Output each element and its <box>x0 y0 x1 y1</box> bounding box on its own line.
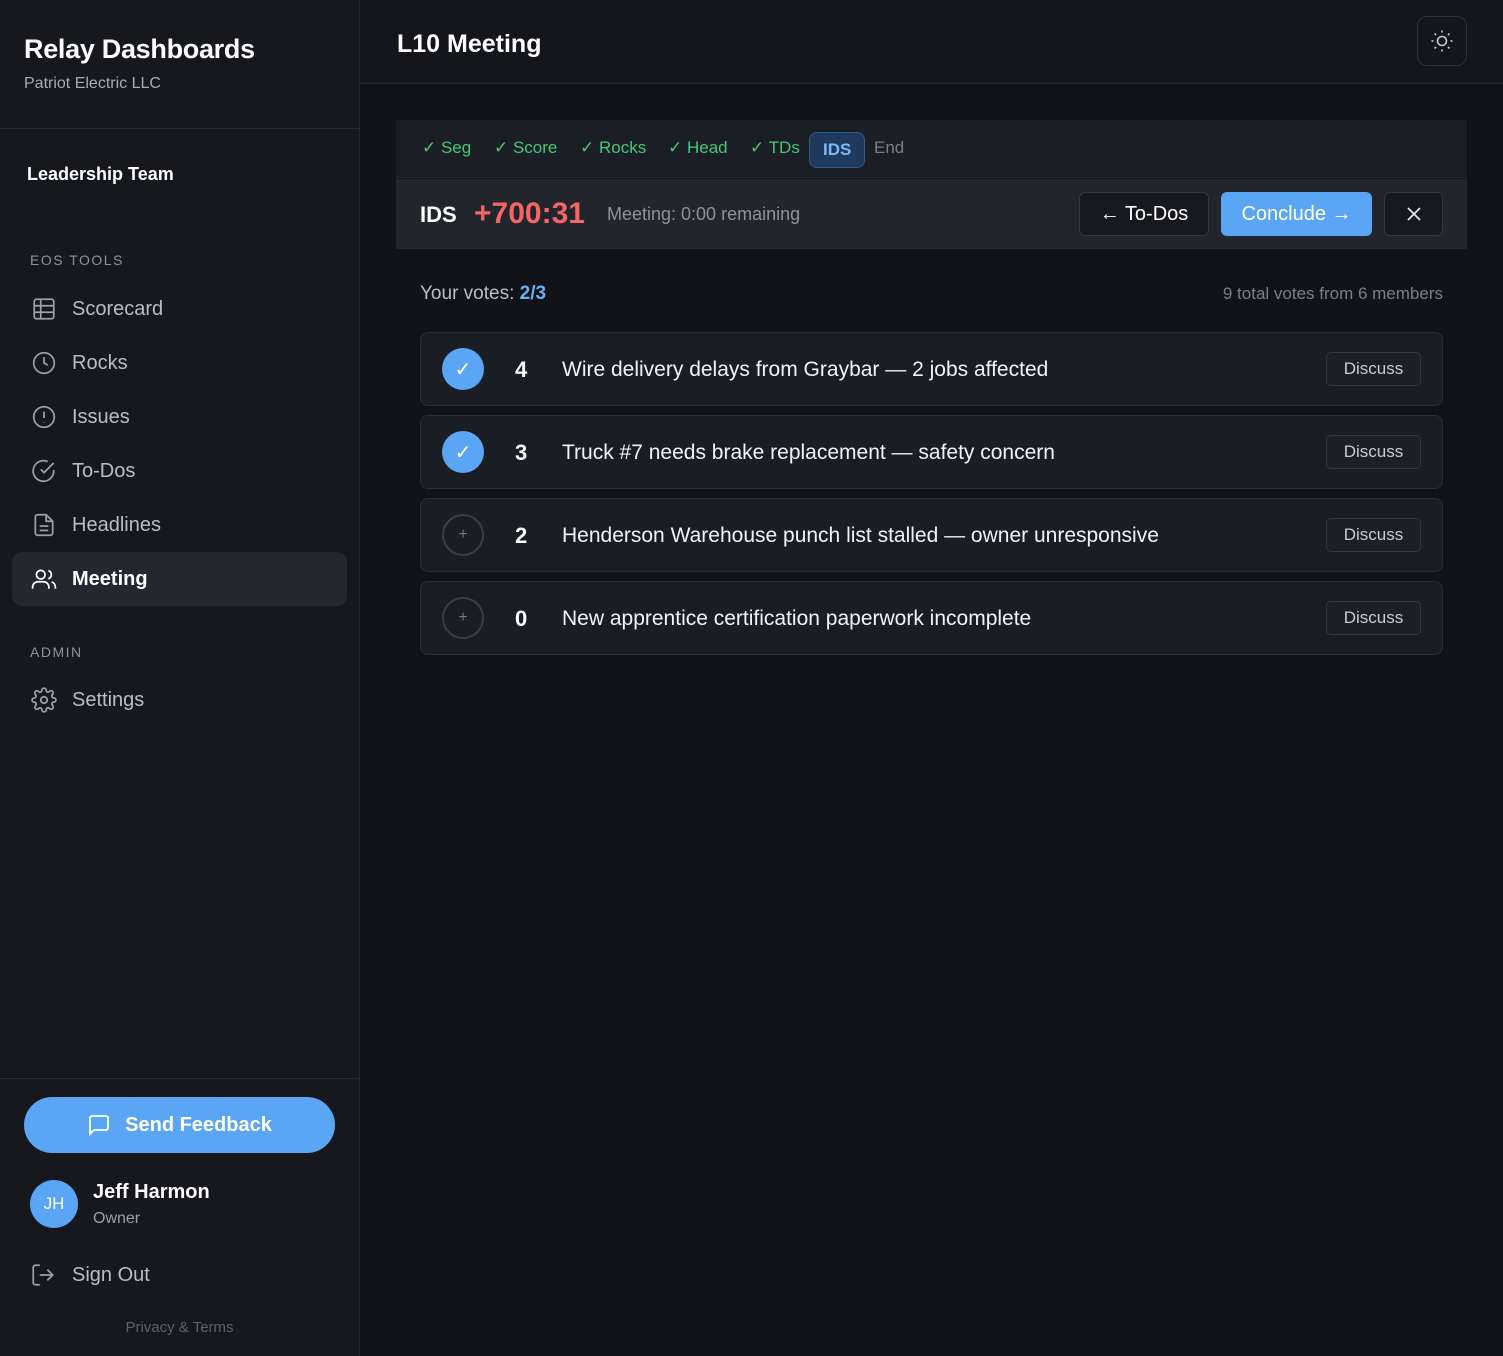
vote-toggle[interactable]: + <box>442 514 484 556</box>
discuss-button[interactable]: Discuss <box>1326 435 1421 469</box>
issue-title: Henderson Warehouse punch list stalled —… <box>562 524 1159 547</box>
privacy-terms-link[interactable]: Privacy & Terms <box>0 1319 359 1336</box>
sidebar-item-label: Issues <box>72 405 130 428</box>
users-icon <box>30 565 58 593</box>
sidebar-item-label: Headlines <box>72 513 161 536</box>
sidebar-item-label: Scorecard <box>72 297 164 320</box>
vote-toggle[interactable]: ✓ <box>442 348 484 390</box>
discuss-button[interactable]: Discuss <box>1326 352 1421 386</box>
sidebar-item-rocks[interactable]: Rocks <box>12 336 347 390</box>
sign-out-button[interactable]: Sign Out <box>30 1262 150 1288</box>
step-end[interactable]: End <box>874 138 904 158</box>
check-circle-icon <box>30 457 58 485</box>
sidebar-item-headlines[interactable]: Headlines <box>12 498 347 552</box>
issue-title: New apprentice certification paperwork i… <box>562 607 1032 630</box>
sign-out-icon <box>32 1264 54 1286</box>
sidebar-item-label: Settings <box>72 688 145 711</box>
theme-toggle-button[interactable] <box>1417 16 1467 66</box>
step-ids[interactable]: IDS <box>809 132 866 168</box>
your-votes: Your votes: 2/3 <box>420 283 546 305</box>
issue-row: + 0 New apprentice certification paperwo… <box>420 581 1443 655</box>
avatar: JH <box>30 1180 78 1228</box>
brand-title: Relay Dashboards <box>24 34 255 64</box>
close-meeting-button[interactable] <box>1384 192 1443 236</box>
brand-subtitle: Patriot Electric LLC <box>24 75 161 92</box>
issue-title: Wire delivery delays from Graybar — 2 jo… <box>562 358 1049 381</box>
phase-timer: +700:31 <box>474 197 585 230</box>
user-role: Owner <box>93 1210 141 1227</box>
send-feedback-label: Send Feedback <box>125 1113 272 1136</box>
sidebar-item-issues[interactable]: Issues <box>12 390 347 444</box>
back-to-todos-button[interactable]: ← To-Dos <box>1079 192 1209 236</box>
sidebar-item-scorecard[interactable]: Scorecard <box>12 282 347 336</box>
gear-icon <box>30 686 58 714</box>
sidebar-item-label: Meeting <box>72 567 148 590</box>
issue-row: ✓ 3 Truck #7 needs brake replacement — s… <box>420 415 1443 489</box>
step-scorecard[interactable]: ✓ Score <box>494 138 557 158</box>
table-icon <box>30 295 58 323</box>
issue-row: + 2 Henderson Warehouse punch list stall… <box>420 498 1443 572</box>
top-bar: L10 Meeting <box>360 0 1503 84</box>
step-segue[interactable]: ✓ Seg <box>422 138 471 158</box>
discuss-button[interactable]: Discuss <box>1326 518 1421 552</box>
step-headlines[interactable]: ✓ Head <box>668 138 728 158</box>
meeting-steps: ✓ Seg ✓ Score ✓ Rocks ✓ Head ✓ TDs IDS E… <box>396 120 1467 178</box>
page-title: L10 Meeting <box>397 30 542 58</box>
sign-out-label: Sign Out <box>72 1263 150 1286</box>
phase-bar: IDS +700:31 Meeting: 0:00 remaining ← To… <box>396 179 1467 249</box>
sun-icon <box>1431 30 1453 52</box>
sidebar: Relay Dashboards Patriot Electric LLC Le… <box>0 0 360 1356</box>
step-todos[interactable]: ✓ TDs <box>750 138 800 158</box>
vote-toggle[interactable]: + <box>442 597 484 639</box>
total-votes: 9 total votes from 6 members <box>1222 284 1443 303</box>
vote-count: 0 <box>515 606 528 631</box>
section-label-eos-tools: EOS TOOLS <box>30 252 124 268</box>
phase-name: IDS <box>420 202 457 227</box>
alert-circle-icon <box>30 403 58 431</box>
discuss-button[interactable]: Discuss <box>1326 601 1421 635</box>
vote-toggle[interactable]: ✓ <box>442 431 484 473</box>
issue-title: Truck #7 needs brake replacement — safet… <box>562 441 1055 464</box>
sidebar-item-todos[interactable]: To-Dos <box>12 444 347 498</box>
vote-count: 2 <box>515 523 528 548</box>
issue-row: ✓ 4 Wire delivery delays from Graybar — … <box>420 332 1443 406</box>
section-label-admin: ADMIN <box>30 644 83 660</box>
conclude-button[interactable]: Conclude → <box>1221 192 1372 236</box>
document-icon <box>30 511 58 539</box>
close-icon <box>1406 207 1421 221</box>
team-selector[interactable]: Leadership Team <box>27 164 174 185</box>
your-votes-value: 2/3 <box>519 283 547 304</box>
step-rocks[interactable]: ✓ Rocks <box>580 138 646 158</box>
sidebar-item-label: Rocks <box>72 351 128 374</box>
sidebar-divider <box>0 128 359 129</box>
sidebar-item-label: To-Dos <box>72 459 136 482</box>
vote-count: 4 <box>515 357 528 382</box>
your-votes-label: Your votes: <box>420 283 520 304</box>
sidebar-divider <box>0 1078 359 1079</box>
message-icon <box>89 1115 110 1137</box>
clock-icon <box>30 349 58 377</box>
sidebar-item-settings[interactable]: Settings <box>12 673 347 727</box>
sidebar-item-meeting[interactable]: Meeting <box>12 552 347 606</box>
meeting-remaining: Meeting: 0:00 remaining <box>607 204 801 224</box>
vote-count: 3 <box>515 440 528 465</box>
send-feedback-button[interactable]: Send Feedback <box>24 1097 335 1153</box>
brand: Relay Dashboards Patriot Electric LLC <box>24 34 255 93</box>
user-name: Jeff Harmon <box>93 1181 210 1203</box>
